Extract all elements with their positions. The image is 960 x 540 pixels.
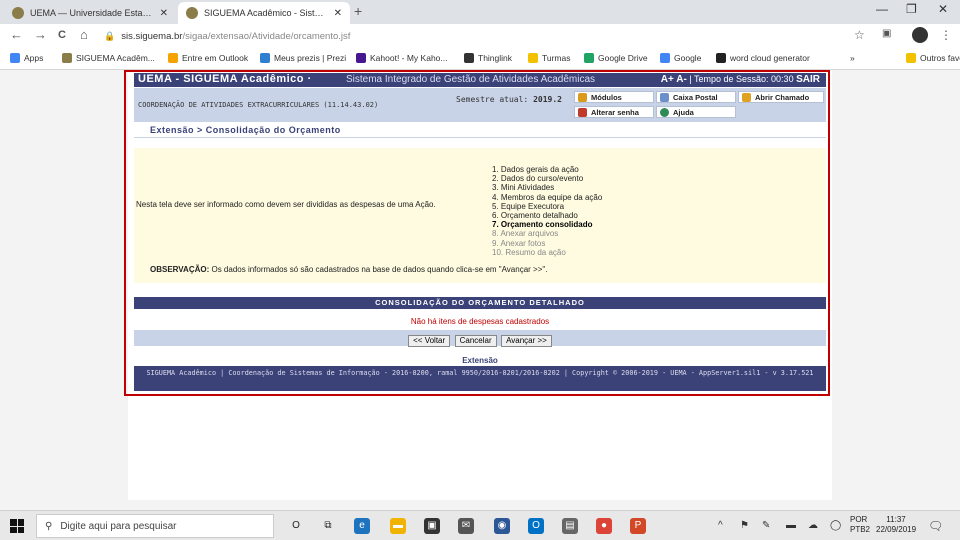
bookmark-item[interactable]: Thinglink — [464, 53, 512, 63]
system-tray-icon[interactable]: ☁ — [808, 520, 818, 531]
bookmark-item[interactable]: Entre em Outlook — [168, 53, 248, 63]
tab-siguema[interactable]: SIGUEMA Acadêmico - Sistema I ✕ — [178, 2, 350, 24]
tab-title: UEMA — Universidade Estadual d — [30, 8, 154, 18]
taskbar-app-icon[interactable]: ● — [596, 518, 612, 534]
system-tray-icon[interactable]: ^ — [718, 520, 723, 531]
window-close-button[interactable]: ✕ — [938, 2, 948, 16]
system-tray-icon[interactable]: ◯ — [830, 520, 841, 531]
bookmark-icon — [356, 53, 366, 63]
taskbar-app-icon[interactable]: ▣ — [424, 518, 440, 534]
system-tray-icon[interactable]: ⚑ — [740, 520, 749, 531]
url-path: /sigaa/extensao/Atividade/orcamento.jsf — [182, 30, 351, 42]
taskbar-app-icon[interactable]: O — [528, 518, 544, 534]
browser-tab-bar: UEMA — Universidade Estadual d ✕ SIGUEMA… — [0, 0, 960, 24]
profile-avatar[interactable] — [912, 27, 928, 43]
close-tab-icon[interactable]: ✕ — [160, 8, 168, 19]
more-bookmarks-button[interactable]: » — [850, 53, 855, 63]
bookmark-icon — [528, 53, 538, 63]
bookmark-icon — [260, 53, 270, 63]
address-bar[interactable]: 🔒 sis.siguema.br/sigaa/extensao/Atividad… — [104, 27, 844, 45]
minimize-button[interactable]: — — [876, 2, 888, 16]
bookmark-item[interactable]: Kahoot! - My Kaho... — [356, 53, 447, 63]
bookmarks-bar: Outros favoritos » Apps SIGUEMA Acadêm...… — [0, 48, 960, 70]
bookmark-item[interactable]: Apps — [10, 53, 43, 63]
taskbar-app-icon[interactable]: P — [630, 518, 646, 534]
bookmark-item[interactable]: word cloud generator — [716, 53, 810, 63]
taskbar-app-icon[interactable]: ▤ — [562, 518, 578, 534]
reload-icon[interactable]: C — [58, 29, 66, 41]
taskbar-clock[interactable]: 11:37 22/09/2019 — [876, 515, 916, 535]
taskbar-app-icon[interactable]: e — [354, 518, 370, 534]
bookmark-icon — [62, 53, 72, 63]
chrome-menu-icon[interactable]: ⋮ — [940, 28, 952, 42]
highlight-frame — [124, 70, 830, 396]
bookmark-item[interactable]: Meus prezis | Prezi — [260, 53, 346, 63]
folder-icon — [906, 53, 916, 63]
bookmark-icon — [464, 53, 474, 63]
system-tray-icon[interactable]: ✎ — [762, 520, 770, 531]
url-host: sis.siguema.br — [121, 30, 183, 42]
system-tray-icon[interactable]: ▬ — [786, 520, 796, 531]
home-icon[interactable]: ⌂ — [80, 27, 88, 42]
bookmark-icon — [716, 53, 726, 63]
uema-favicon-icon — [12, 7, 24, 19]
bookmark-item[interactable]: Google — [660, 53, 701, 63]
new-tab-button[interactable]: + — [354, 3, 362, 19]
bookmark-icon — [10, 53, 20, 63]
taskbar-app-icon[interactable]: ✉ — [458, 518, 474, 534]
extension-icon[interactable]: ▣ — [882, 28, 891, 39]
siguema-favicon-icon — [186, 7, 198, 19]
input-language[interactable]: POR PTB2 — [850, 515, 870, 535]
taskbar-app-icon[interactable]: ▬ — [390, 518, 406, 534]
taskbar-app-icon[interactable]: O — [288, 518, 304, 534]
restore-button[interactable]: ❐ — [906, 2, 917, 16]
taskbar-app-icon[interactable]: ⧉ — [320, 518, 336, 534]
forward-icon[interactable]: → — [34, 27, 47, 42]
tab-uema[interactable]: UEMA — Universidade Estadual d ✕ — [4, 2, 176, 24]
bookmark-item[interactable]: Google Drive — [584, 53, 648, 63]
bookmark-star-icon[interactable]: ☆ — [854, 28, 865, 42]
other-bookmarks[interactable]: Outros favoritos — [906, 53, 960, 63]
taskbar-search-input[interactable]: ⚲ Digite aqui para pesquisar — [36, 514, 274, 538]
bookmark-icon — [168, 53, 178, 63]
windows-start-icon[interactable] — [10, 519, 24, 533]
bookmark-icon — [584, 53, 594, 63]
search-icon: ⚲ — [45, 520, 53, 532]
windows-taskbar: ⚲ Digite aqui para pesquisar POR PTB2 11:3… — [0, 510, 960, 540]
bookmark-item[interactable]: Turmas — [528, 53, 571, 63]
notifications-icon[interactable]: 🗨 — [928, 519, 943, 533]
lock-icon: 🔒 — [104, 30, 116, 41]
back-icon[interactable]: ← — [10, 27, 23, 42]
close-tab-icon[interactable]: ✕ — [334, 8, 342, 19]
bookmark-icon — [660, 53, 670, 63]
browser-toolbar: ← → C ⌂ 🔒 sis.siguema.br/sigaa/extensao/… — [0, 24, 960, 48]
bookmark-item[interactable]: SIGUEMA Acadêm... — [62, 53, 155, 63]
taskbar-app-icon[interactable]: ◉ — [494, 518, 510, 534]
tab-title: SIGUEMA Acadêmico - Sistema I — [204, 8, 328, 18]
